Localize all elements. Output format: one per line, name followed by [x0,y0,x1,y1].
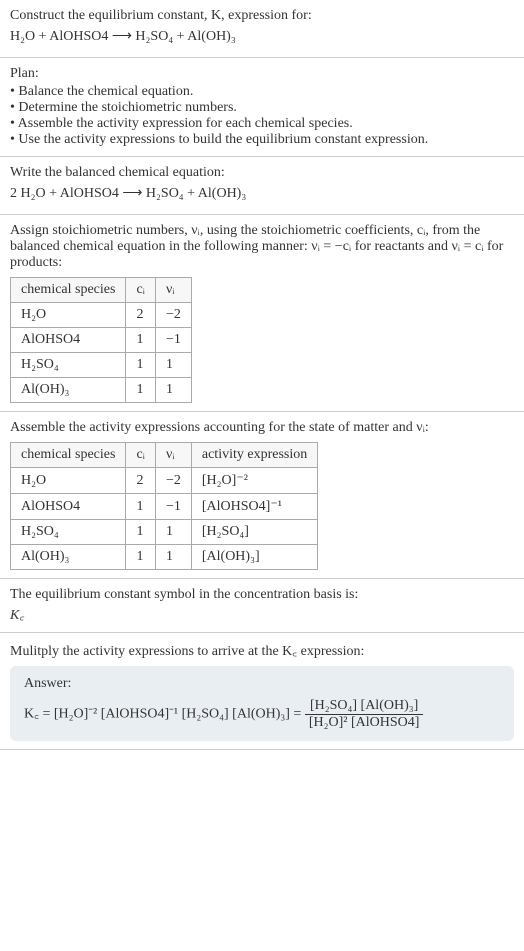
intro-section: Construct the equilibrium constant, K, e… [0,0,524,58]
table-row: AlOHSO4 1 −1 [AlOHSO4]⁻¹ [11,494,318,520]
stoich-section: Assign stoichiometric numbers, νᵢ, using… [0,215,524,412]
symbol-line1: The equilibrium constant symbol in the c… [10,587,514,603]
cell: H₂O [11,303,126,328]
plan-item-1: • Determine the stoichiometric numbers. [10,100,514,116]
balanced-heading: Write the balanced chemical equation: [10,165,514,181]
symbol-section: The equilibrium constant symbol in the c… [0,579,524,633]
symbol-line2: K꜀ [10,605,514,624]
cell: H₂SO₄ [11,520,126,545]
activity-h0: chemical species [11,443,126,468]
plan-section: Plan: • Balance the chemical equation. •… [0,58,524,157]
activity-h3: activity expression [191,443,317,468]
cell: 2 [126,303,156,328]
cell: 1 [155,520,191,545]
cell: −1 [155,494,191,520]
cell: [Al(OH)₃] [191,545,317,570]
cell: 1 [155,378,191,403]
answer-lhs: K꜀ = [H₂O]⁻² [AlOHSO4]⁻¹ [H₂SO₄] [Al(OH)… [24,707,305,722]
cell: AlOHSO4 [11,328,126,353]
stoich-table: chemical species cᵢ νᵢ H₂O 2 −2 AlOHSO4 … [10,277,192,403]
activity-table: chemical species cᵢ νᵢ activity expressi… [10,442,318,570]
intro-equation: H₂O + AlOHSO4 ⟶ H₂SO₄ + Al(OH)₃ [10,28,514,45]
cell: −2 [155,468,191,494]
answer-frac-den: [H₂O]² [AlOHSO4] [305,715,424,731]
multiply-section: Mulitply the activity expressions to arr… [0,633,524,750]
cell: 1 [126,378,156,403]
multiply-text: Mulitply the activity expressions to arr… [10,641,514,660]
plan-item-3: • Use the activity expressions to build … [10,132,514,148]
table-header-row: chemical species cᵢ νᵢ [11,278,192,303]
table-header-row: chemical species cᵢ νᵢ activity expressi… [11,443,318,468]
cell: 1 [126,545,156,570]
stoich-h2: νᵢ [155,278,191,303]
cell: 2 [126,468,156,494]
balanced-equation: 2 H₂O + AlOHSO4 ⟶ H₂SO₄ + Al(OH)₃ [10,185,514,202]
activity-h1: cᵢ [126,443,156,468]
stoich-text: Assign stoichiometric numbers, νᵢ, using… [10,223,514,271]
table-row: AlOHSO4 1 −1 [11,328,192,353]
cell: 1 [126,520,156,545]
cell: AlOHSO4 [11,494,126,520]
cell: [H₂O]⁻² [191,468,317,494]
plan-item-2: • Assemble the activity expression for e… [10,116,514,132]
answer-box: Answer: K꜀ = [H₂O]⁻² [AlOHSO4]⁻¹ [H₂SO₄]… [10,666,514,741]
table-row: Al(OH)₃ 1 1 [Al(OH)₃] [11,545,318,570]
balanced-section: Write the balanced chemical equation: 2 … [0,157,524,215]
plan-heading: Plan: [10,66,514,82]
cell: −2 [155,303,191,328]
activity-section: Assemble the activity expressions accoun… [0,412,524,579]
table-row: H₂SO₄ 1 1 [H₂SO₄] [11,520,318,545]
cell: H₂SO₄ [11,353,126,378]
cell: [H₂SO₄] [191,520,317,545]
cell: 1 [126,494,156,520]
activity-h2: νᵢ [155,443,191,468]
intro-line1: Construct the equilibrium constant, K, e… [10,8,514,24]
cell: 1 [126,353,156,378]
answer-frac-num: [H₂SO₄] [Al(OH)₃] [305,698,424,715]
cell: −1 [155,328,191,353]
table-row: H₂SO₄ 1 1 [11,353,192,378]
cell: H₂O [11,468,126,494]
answer-label: Answer: [24,676,500,692]
stoich-h1: cᵢ [126,278,156,303]
cell: 1 [155,353,191,378]
activity-text: Assemble the activity expressions accoun… [10,420,514,436]
answer-fraction: [H₂SO₄] [Al(OH)₃] [H₂O]² [AlOHSO4] [305,698,424,731]
answer-expression: K꜀ = [H₂O]⁻² [AlOHSO4]⁻¹ [H₂SO₄] [Al(OH)… [24,698,500,731]
plan-item-0: • Balance the chemical equation. [10,84,514,100]
cell: Al(OH)₃ [11,378,126,403]
table-row: Al(OH)₃ 1 1 [11,378,192,403]
cell: 1 [126,328,156,353]
stoich-h0: chemical species [11,278,126,303]
cell: 1 [155,545,191,570]
table-row: H₂O 2 −2 [11,303,192,328]
cell: Al(OH)₃ [11,545,126,570]
table-row: H₂O 2 −2 [H₂O]⁻² [11,468,318,494]
cell: [AlOHSO4]⁻¹ [191,494,317,520]
